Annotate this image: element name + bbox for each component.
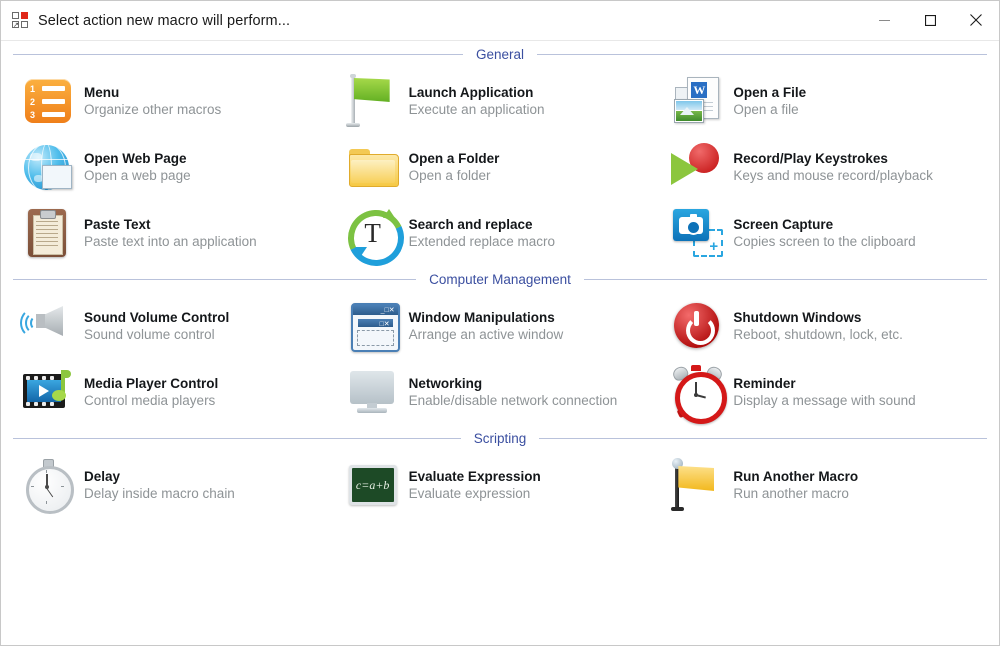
action-subtitle: Paste text into an application — [84, 233, 257, 251]
action-item-reminder[interactable]: Reminder Display a message with sound — [662, 359, 987, 425]
action-item-window-manipulations[interactable]: _□✕ _□✕ Window Manipulations Arrange an … — [338, 293, 663, 359]
action-subtitle: Delay inside macro chain — [84, 485, 235, 503]
action-title: Evaluate Expression — [409, 468, 541, 485]
section-title-scripting: Scripting — [461, 431, 540, 446]
menu-list-icon: 1 2 3 — [20, 73, 76, 129]
screen-capture-icon: + — [669, 205, 725, 261]
power-icon — [669, 298, 725, 354]
action-title: Media Player Control — [84, 375, 218, 392]
window-icon: _□✕ _□✕ — [345, 298, 401, 354]
action-title: Open a Folder — [409, 150, 500, 167]
chalkboard-expression: c=a+b — [352, 468, 394, 502]
action-title: Menu — [84, 84, 221, 101]
media-player-icon — [20, 364, 76, 420]
title-bar: ↗ Select action new macro will perform..… — [1, 1, 999, 41]
document-image-icon: W — [669, 73, 725, 129]
action-title: Delay — [84, 468, 235, 485]
section-title-general: General — [463, 47, 537, 62]
action-item-open-a-folder[interactable]: Open a Folder Open a folder — [338, 134, 663, 200]
macro-app-icon: ↗ — [12, 12, 29, 29]
action-title: Open Web Page — [84, 150, 191, 167]
action-item-record-play-keystrokes[interactable]: Record/Play Keystrokes Keys and mouse re… — [662, 134, 987, 200]
action-title: Record/Play Keystrokes — [733, 150, 933, 167]
record-play-icon — [669, 139, 725, 195]
stopwatch-icon — [20, 457, 76, 513]
action-title: Shutdown Windows — [733, 309, 903, 326]
rule-left — [13, 438, 461, 439]
rule-right — [539, 438, 987, 439]
rule-left — [13, 54, 463, 55]
action-subtitle: Open a file — [733, 101, 806, 119]
window-title: Select action new macro will perform... — [38, 13, 290, 29]
action-title: Networking — [409, 375, 618, 392]
action-item-delay[interactable]: Delay Delay inside macro chain — [13, 452, 338, 518]
action-item-shutdown-windows[interactable]: Shutdown Windows Reboot, shutdown, lock,… — [662, 293, 987, 359]
action-title: Search and replace — [409, 216, 555, 233]
action-list: General 1 2 3 Menu Organize other macros — [1, 41, 999, 645]
action-item-screen-capture[interactable]: + Screen Capture Copies screen to the cl… — [662, 200, 987, 266]
minimize-button[interactable] — [861, 1, 907, 39]
action-item-evaluate-expression[interactable]: c=a+b Evaluate Expression Evaluate expre… — [338, 452, 663, 518]
action-item-paste-text[interactable]: Paste Text Paste text into an applicatio… — [13, 200, 338, 266]
action-title: Sound Volume Control — [84, 309, 229, 326]
section-header-general: General — [13, 41, 987, 68]
action-title: Open a File — [733, 84, 806, 101]
monitor-icon — [345, 364, 401, 420]
action-subtitle: Reboot, shutdown, lock, etc. — [733, 326, 903, 344]
action-item-sound-volume-control[interactable]: Sound Volume Control Sound volume contro… — [13, 293, 338, 359]
action-subtitle: Run another macro — [733, 485, 858, 503]
action-title: Screen Capture — [733, 216, 915, 233]
section-header-scripting: Scripting — [13, 425, 987, 452]
action-item-search-and-replace[interactable]: T Search and replace Extended replace ma… — [338, 200, 663, 266]
general-grid: 1 2 3 Menu Organize other macros — [13, 68, 987, 266]
select-action-dialog: ↗ Select action new macro will perform..… — [0, 0, 1000, 646]
search-replace-icon: T — [345, 205, 401, 261]
speaker-icon — [20, 298, 76, 354]
action-subtitle: Copies screen to the clipboard — [733, 233, 915, 251]
action-item-open-web-page[interactable]: Open Web Page Open a web page — [13, 134, 338, 200]
section-header-computer-management: Computer Management — [13, 266, 987, 293]
action-item-networking[interactable]: Networking Enable/disable network connec… — [338, 359, 663, 425]
action-subtitle: Execute an application — [409, 101, 545, 119]
action-item-media-player-control[interactable]: Media Player Control Control media playe… — [13, 359, 338, 425]
clipboard-icon — [20, 205, 76, 261]
folder-icon — [345, 139, 401, 195]
chalkboard-icon: c=a+b — [345, 457, 401, 513]
action-title: Reminder — [733, 375, 915, 392]
maximize-button[interactable] — [907, 1, 953, 39]
action-subtitle: Organize other macros — [84, 101, 221, 119]
rule-right — [537, 54, 987, 55]
action-item-run-another-macro[interactable]: Run Another Macro Run another macro — [662, 452, 987, 518]
action-subtitle: Control media players — [84, 392, 218, 410]
action-item-menu[interactable]: 1 2 3 Menu Organize other macros — [13, 68, 338, 134]
action-subtitle: Open a folder — [409, 167, 500, 185]
action-subtitle: Display a message with sound — [733, 392, 915, 410]
action-subtitle: Evaluate expression — [409, 485, 541, 503]
action-title: Paste Text — [84, 216, 257, 233]
alarm-clock-icon — [669, 364, 725, 420]
green-flag-icon — [345, 73, 401, 129]
rule-left — [13, 279, 416, 280]
action-title: Run Another Macro — [733, 468, 858, 485]
action-subtitle: Enable/disable network connection — [409, 392, 618, 410]
action-subtitle: Keys and mouse record/playback — [733, 167, 933, 185]
action-title: Launch Application — [409, 84, 545, 101]
scripting-grid: Delay Delay inside macro chain c=a+b Eva… — [13, 452, 987, 518]
window-controls — [861, 1, 999, 39]
computer-management-grid: Sound Volume Control Sound volume contro… — [13, 293, 987, 425]
action-item-launch-application[interactable]: Launch Application Execute an applicatio… — [338, 68, 663, 134]
globe-icon — [20, 139, 76, 195]
action-item-open-a-file[interactable]: W Open a File Open a file — [662, 68, 987, 134]
action-subtitle: Sound volume control — [84, 326, 229, 344]
rule-right — [584, 279, 987, 280]
action-title: Window Manipulations — [409, 309, 564, 326]
action-subtitle: Extended replace macro — [409, 233, 555, 251]
section-title-computer-management: Computer Management — [416, 272, 584, 287]
action-subtitle: Open a web page — [84, 167, 191, 185]
action-subtitle: Arrange an active window — [409, 326, 564, 344]
close-button[interactable] — [953, 1, 999, 39]
yellow-flag-icon — [669, 457, 725, 513]
